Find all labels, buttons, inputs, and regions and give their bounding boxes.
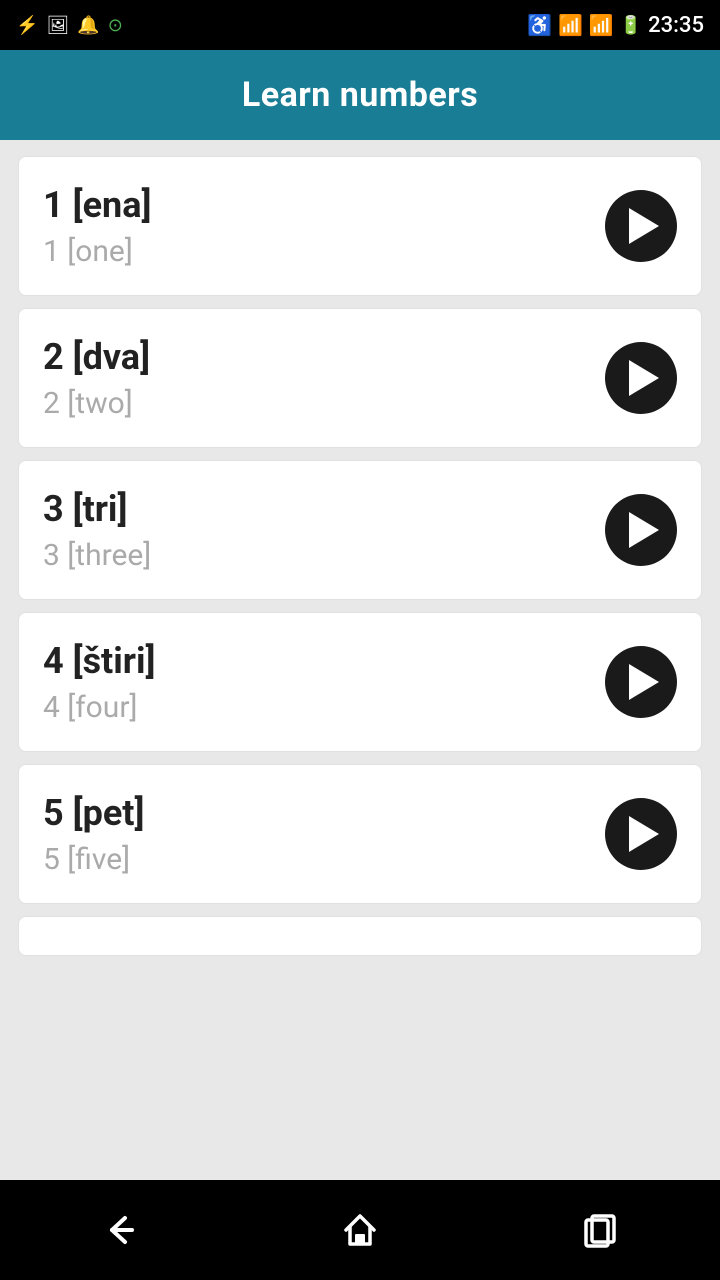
signal-icon: 📶 (589, 13, 614, 37)
card-primary-2: 2 [dva] (43, 336, 150, 378)
card-text-4: 4 [štiri] 4 [four] (43, 640, 155, 725)
play-button-3[interactable] (605, 494, 677, 566)
play-button-4[interactable] (605, 646, 677, 718)
number-card-2: 2 [dva] 2 [two] (18, 308, 702, 448)
home-icon (340, 1210, 380, 1250)
usb-icon: ⚡ (16, 15, 38, 36)
play-button-1[interactable] (605, 190, 677, 262)
card-text-2: 2 [dva] 2 [two] (43, 336, 150, 421)
bottom-nav (0, 1180, 720, 1280)
card-secondary-1: 1 [one] (43, 234, 151, 269)
play-icon-1 (629, 208, 659, 244)
app-bar: Learn numbers (0, 50, 720, 140)
number-card-5: 5 [pet] 5 [five] (18, 764, 702, 904)
number-card-3: 3 [tri] 3 [three] (18, 460, 702, 600)
play-button-2[interactable] (605, 342, 677, 414)
play-icon-5 (629, 816, 659, 852)
audio-icon: 🔔 (77, 15, 99, 36)
card-primary-4: 4 [štiri] (43, 640, 155, 682)
status-bar: ⚡ 🖼 🔔 ⊙ ♿ 📶 📶 🔋 23:35 (0, 0, 720, 50)
play-icon-3 (629, 512, 659, 548)
home-button[interactable] (320, 1200, 400, 1260)
card-primary-1: 1 [ena] (43, 184, 151, 226)
status-icons-right: ♿ 📶 📶 🔋 23:35 (527, 13, 704, 38)
card-primary-5: 5 [pet] (43, 792, 144, 834)
card-secondary-2: 2 [two] (43, 386, 150, 421)
app-title: Learn numbers (242, 75, 478, 115)
play-icon-4 (629, 664, 659, 700)
card-secondary-5: 5 [five] (43, 842, 144, 877)
battery-icon: 🔋 (620, 15, 642, 36)
back-icon (100, 1210, 140, 1250)
partial-card-6 (18, 916, 702, 956)
back-button[interactable] (80, 1200, 160, 1260)
number-card-1: 1 [ena] 1 [one] (18, 156, 702, 296)
time-display: 23:35 (648, 13, 704, 38)
play-button-5[interactable] (605, 798, 677, 870)
wifi-icon: 📶 (558, 13, 583, 37)
play-icon-2 (629, 360, 659, 396)
card-text-3: 3 [tri] 3 [three] (43, 488, 151, 573)
status-icons-left: ⚡ 🖼 🔔 ⊙ (16, 15, 123, 36)
card-text-5: 5 [pet] 5 [five] (43, 792, 144, 877)
recents-icon (580, 1210, 620, 1250)
recents-button[interactable] (560, 1200, 640, 1260)
content-area: 1 [ena] 1 [one] 2 [dva] 2 [two] 3 [tri] … (0, 140, 720, 1180)
card-secondary-4: 4 [four] (43, 690, 155, 725)
card-text-1: 1 [ena] 1 [one] (43, 184, 151, 269)
card-secondary-3: 3 [three] (43, 538, 151, 573)
image-icon: 🖼 (46, 15, 69, 36)
card-primary-3: 3 [tri] (43, 488, 151, 530)
number-card-4: 4 [štiri] 4 [four] (18, 612, 702, 752)
battery-ring-icon: ⊙ (108, 15, 123, 36)
hearing-icon: ♿ (527, 13, 552, 37)
